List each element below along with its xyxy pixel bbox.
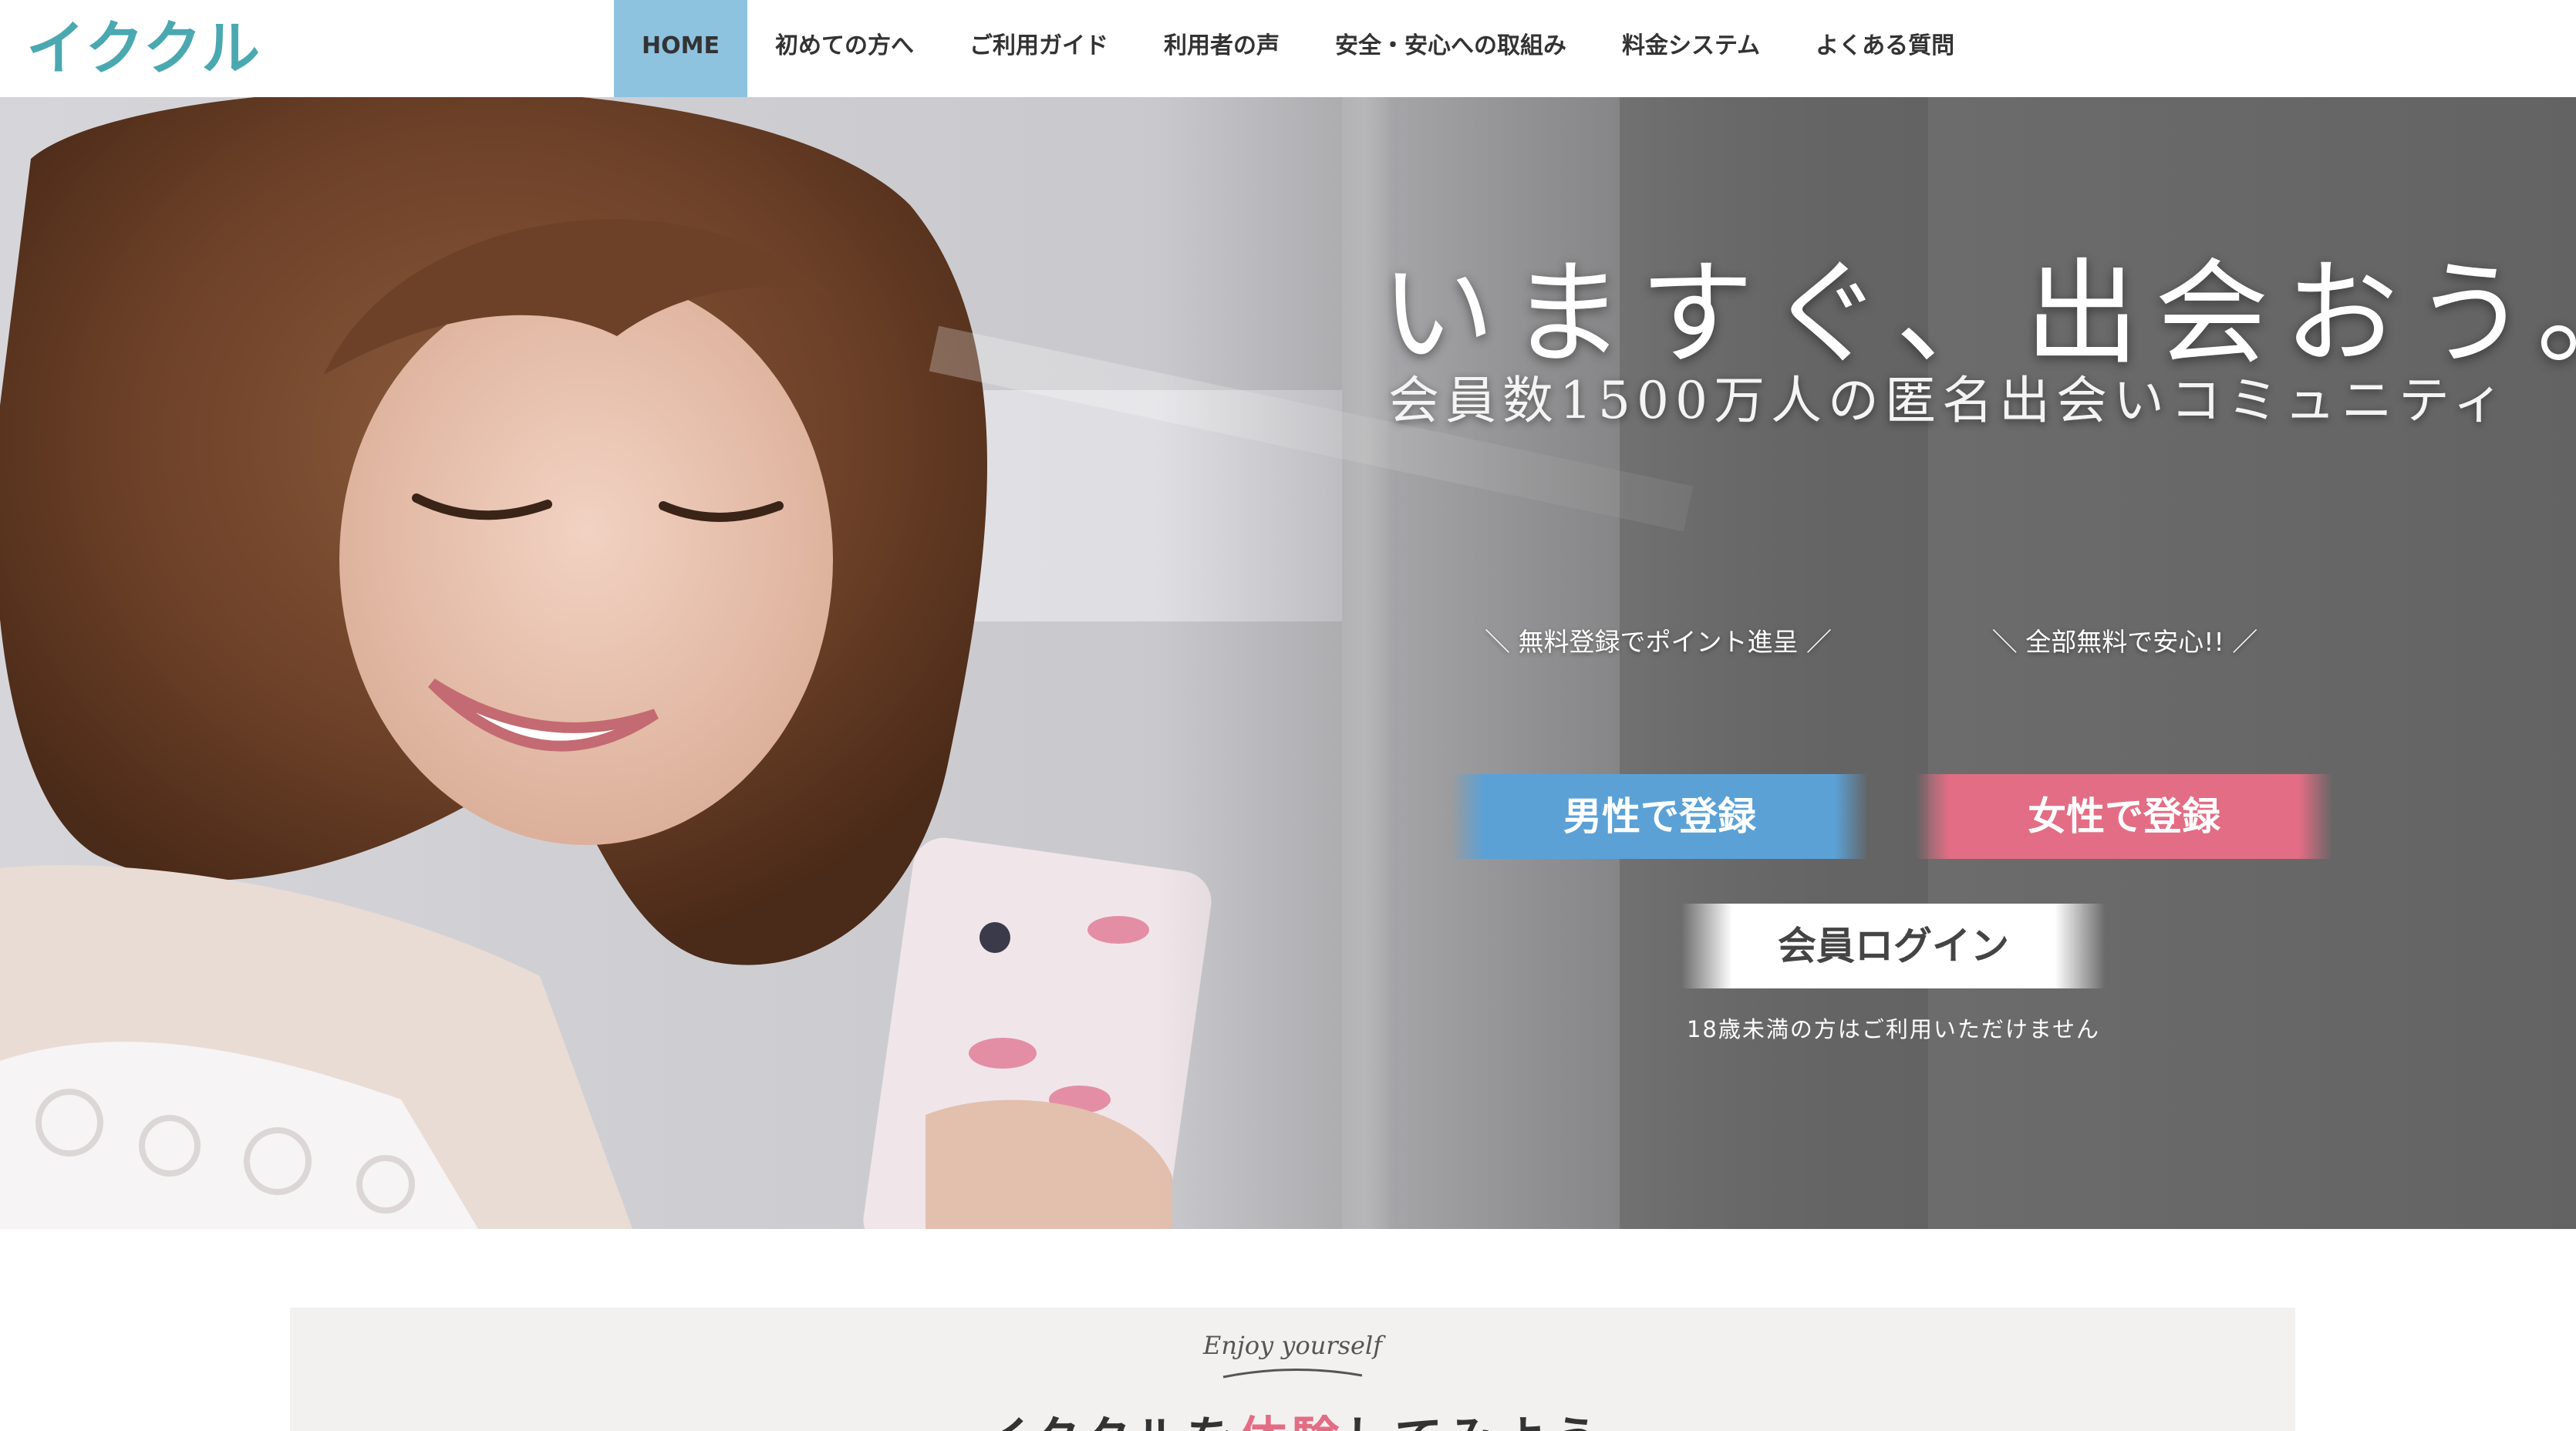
main-nav: HOME 初めての方へ ご利用ガイド 利用者の声 安全・安心への取組み 料金シス…: [614, 0, 1982, 97]
nav-item-guide[interactable]: ご利用ガイド: [942, 0, 1136, 97]
nav-item-beginners[interactable]: 初めての方へ: [747, 0, 942, 97]
intro-title: イククルを体験してみよう: [290, 1400, 2295, 1431]
intro-section: Enjoy yourself イククルを体験してみよう: [290, 1308, 2295, 1431]
member-login-button[interactable]: 会員ログイン: [1681, 904, 2106, 988]
hero-subheadline: 会員数1500万人の匿名出会いコミュニティ: [1388, 371, 2510, 430]
male-register-caption: ＼ 無料登録でポイント進呈 ／: [1485, 627, 1832, 657]
age-restriction-note: 18歳未満の方はご利用いただけません: [1686, 1016, 2101, 1042]
nav-item-home[interactable]: HOME: [614, 0, 747, 97]
script-swoosh-icon: [1222, 1369, 1363, 1379]
nav-item-faq[interactable]: よくある質問: [1788, 0, 1982, 97]
site-logo[interactable]: イククル: [26, 8, 261, 89]
intro-title-accent: 体験: [1239, 1411, 1344, 1431]
register-male-button[interactable]: 男性で登録: [1452, 774, 1868, 859]
intro-title-after: してみよう: [1344, 1411, 1604, 1431]
hero-section: いますぐ、出会おう。 会員数1500万人の匿名出会いコミュニティ ＼ 無料登録で…: [0, 97, 2576, 1229]
nav-item-testimonials[interactable]: 利用者の声: [1136, 0, 1307, 97]
site-header: イククル HOME 初めての方へ ご利用ガイド 利用者の声 安全・安心への取組み…: [0, 0, 2576, 97]
register-female-button[interactable]: 女性で登録: [1916, 774, 2332, 859]
intro-title-before: イククルを: [981, 1411, 1239, 1431]
female-register-caption: ＼ 全部無料で安心!! ／: [1991, 627, 2258, 657]
nav-item-pricing[interactable]: 料金システム: [1594, 0, 1788, 97]
intro-script-text: Enjoy yourself: [1202, 1331, 1383, 1360]
nav-item-safety[interactable]: 安全・安心への取組み: [1307, 0, 1594, 97]
